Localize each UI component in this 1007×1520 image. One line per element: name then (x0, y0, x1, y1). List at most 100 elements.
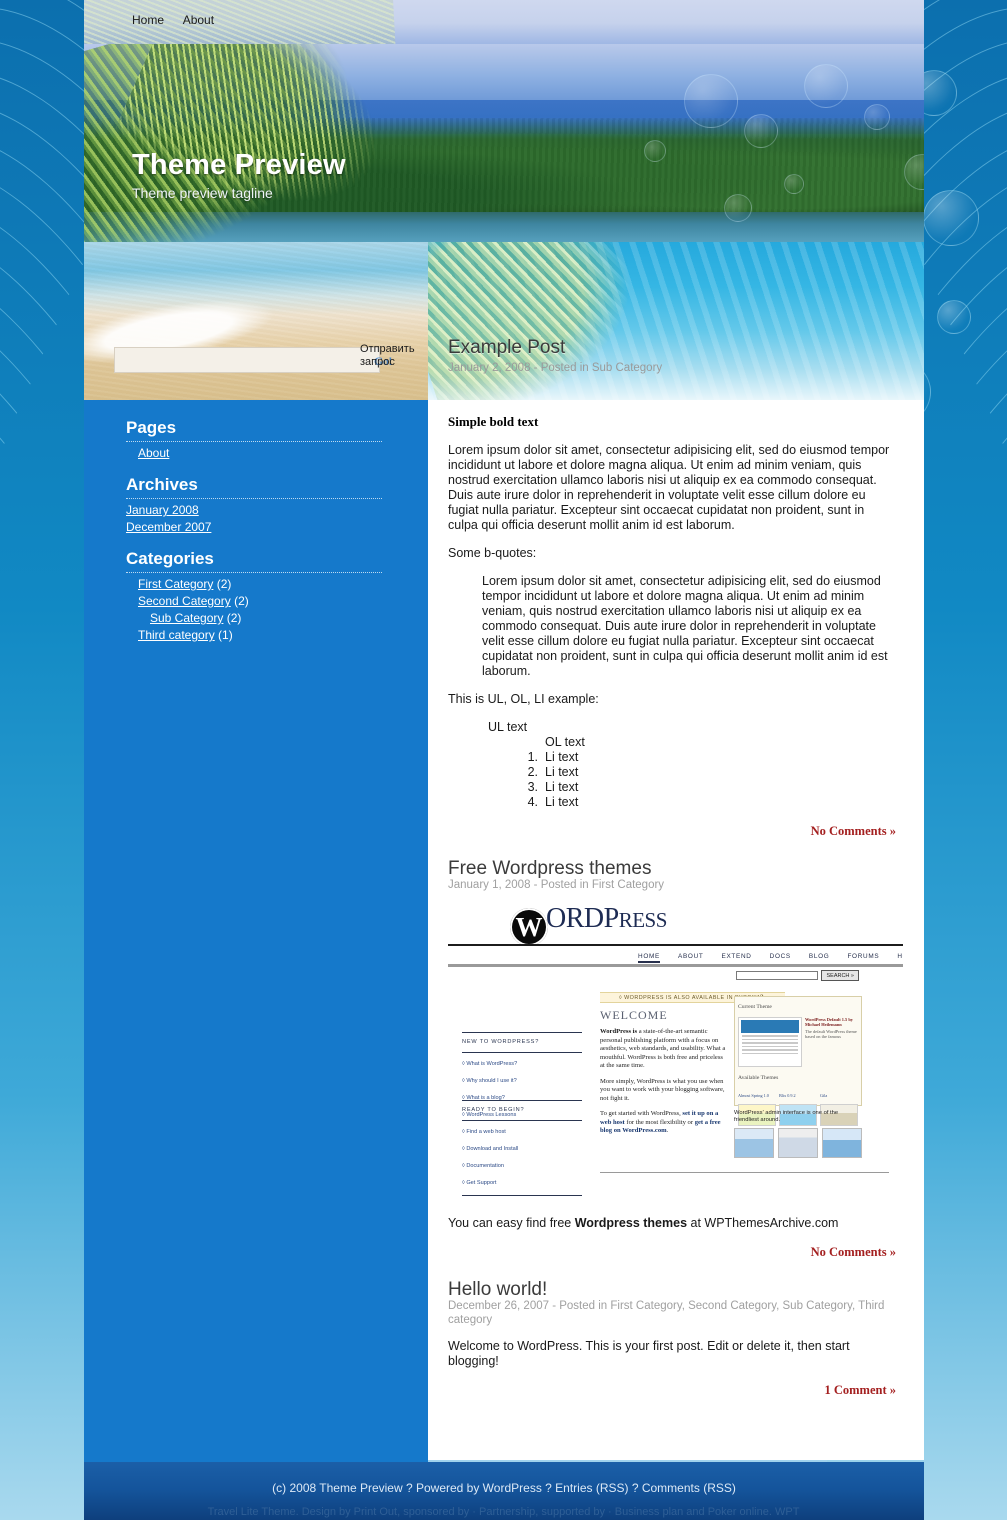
caption-bold: Wordpress themes (574, 1216, 688, 1230)
featured-post-title[interactable]: Example Post (448, 337, 662, 359)
sidebar-sublist-categories: Sub Category (2) (138, 611, 428, 626)
wp-nav-blog[interactable]: BLOG (809, 953, 830, 960)
wp-nav-home[interactable]: HOME (638, 953, 660, 963)
wp-theme-thumb-line (742, 1038, 798, 1040)
wp-left-item[interactable]: ◊ What is WordPress? (462, 1057, 582, 1072)
post-blockquote-intro: Some b-quotes: (448, 546, 537, 560)
search-and-subbanner-row: Go! Отправить запрос Example Post Januar… (84, 242, 924, 400)
search-input[interactable] (114, 347, 380, 373)
wp-nav-about[interactable]: ABOUT (678, 953, 704, 960)
wp-theme-thumb-line (742, 1035, 798, 1037)
wp-search-button[interactable]: SEARCH » (821, 970, 859, 981)
wp-p3-end: . (666, 1127, 669, 1134)
list-item: Second Category (2) Sub Category (2) (138, 594, 428, 626)
wp-p3-mid: for the most flexibility or (624, 1118, 695, 1126)
comments-link-wrapper: No Comments » (448, 824, 896, 839)
body-columns: Pages About Archives January 2008 Decemb… (84, 400, 924, 1482)
category-count-first: (2) (216, 577, 232, 591)
hero-banner: Theme Preview Theme preview tagline (84, 44, 924, 242)
wp-theme-description: WordPress Default 1.5 by Michael Heilema… (805, 1017, 858, 1067)
list-label: Li text (545, 795, 579, 809)
wp-paragraph-3: To get started with WordPress, set it up… (600, 1110, 726, 1136)
wp-main-text: WordPress is a state-of-the-art semantic… (600, 1028, 726, 1143)
post-blockquote: Lorem ipsum dolor sit amet, consectetur … (482, 574, 888, 678)
comments-link-hello-world[interactable]: 1 Comment » (824, 1383, 896, 1397)
post-caption: You can easy find free Wordpress themes … (448, 1216, 896, 1231)
wp-available-theme-name: Almost Spring 1.0 (738, 1093, 769, 1098)
wp-theme-thumb-line (742, 1049, 798, 1051)
caption-pre: You can easy find free (448, 1216, 575, 1230)
search-form: Go! Отправить запрос (114, 343, 415, 377)
nav-item-home[interactable]: Home (132, 13, 164, 27)
wp-search: SEARCH » (736, 970, 859, 981)
post-title[interactable]: Hello world! (448, 1280, 896, 1299)
wp-left2-divider (462, 1195, 582, 1196)
wp-nav-extend[interactable]: EXTEND (722, 953, 752, 960)
ordered-list-demo: OL text 1. Li text 2. Li text 3. Li text 4.… (488, 735, 896, 810)
sidebar-item-third-category[interactable]: Third category (138, 628, 215, 642)
sidebar-list-archives: January 2008 December 2007 (126, 503, 428, 535)
list-item: About (138, 446, 428, 461)
wordpress-screenshot-image: W ORDPRESS HOME ABOUT EXTEND DOCS BLOG FORUMS… (448, 904, 903, 1206)
sidebar-heading-categories: Categories (126, 549, 382, 573)
list-item: Sub Category (2) (150, 611, 428, 626)
wp-left2-item[interactable]: ◊ Get Support (462, 1176, 582, 1191)
list-number: 3. (527, 780, 538, 794)
page-container: Home About Theme Preview Theme preview t… (84, 0, 924, 1520)
sidebar-item-sub-category[interactable]: Sub Category (150, 611, 223, 625)
list-item: December 2007 (126, 520, 428, 535)
wp-panel-title: Current Theme (738, 1004, 772, 1010)
wp-left2-item[interactable]: ◊ Documentation (462, 1159, 582, 1174)
wp-sidebar-ready-to-begin: READY TO BEGIN? ◊ Find a web host ◊ Down… (462, 1100, 582, 1196)
sidebar-item-first-category[interactable]: First Category (138, 577, 213, 591)
wp-thumb (822, 1128, 862, 1158)
sidebar-item-january-2008[interactable]: January 2008 (126, 503, 199, 517)
wp-theme-thumb-line (742, 1042, 798, 1044)
wp-paragraph-1: WordPress is a state-of-the-art semantic… (600, 1028, 726, 1071)
wp-left2-item[interactable]: ◊ Find a web host (462, 1125, 582, 1140)
site-branding: Theme Preview Theme preview tagline (132, 149, 346, 201)
list-item: 2. Li text (516, 765, 896, 780)
wordpress-logo-icon: W (510, 908, 548, 946)
wp-search-input[interactable] (736, 971, 819, 980)
unordered-list-demo: UL text (448, 720, 896, 735)
wp-left2-heading: READY TO BEGIN? (462, 1100, 582, 1121)
wp-theme-main: WordPress Default 1.5 by Michael Heilema… (738, 1017, 858, 1067)
nav-item-about[interactable]: About (183, 13, 214, 27)
main-content: Simple bold text Lorem ipsum dolor sit a… (428, 400, 924, 1460)
wp-nav-docs[interactable]: DOCS (770, 953, 791, 960)
list-label: Li text (545, 750, 579, 764)
site-tagline: Theme preview tagline (132, 185, 273, 201)
caption-post: at WPThemesArchive.com (687, 1216, 839, 1230)
comments-link-example-post[interactable]: No Comments » (811, 824, 896, 838)
wp-nav-forums[interactable]: FORUMS (847, 953, 879, 960)
wp-nav-hosting[interactable]: HOSTING (897, 953, 903, 960)
featured-post-meta: January 2, 2008 - Posted in Sub Category (448, 362, 663, 374)
wp-left-item[interactable]: ◊ Why should I use it? (462, 1074, 582, 1089)
list-label: Li text (545, 765, 579, 779)
search-panel: Go! Отправить запрос (84, 242, 428, 400)
wp-available-theme-name: Blix 0.9.2 (779, 1093, 796, 1098)
wp-theme-thumb-header (741, 1020, 799, 1033)
list-item: UL text (488, 720, 528, 734)
post-meta: December 26, 2007 - Posted in First Cate… (448, 1300, 885, 1326)
wp-word-ress: RESS (618, 908, 668, 932)
sidebar-item-december-2007[interactable]: December 2007 (126, 520, 211, 534)
wp-theme-thumbnail (738, 1017, 802, 1067)
sidebar-list-pages: About (126, 446, 428, 461)
wp-left-heading: NEW TO WORDPRESS? (462, 1032, 582, 1053)
site-title[interactable]: Theme Preview (132, 149, 346, 182)
comments-link-free-wordpress-themes[interactable]: No Comments » (811, 1245, 896, 1259)
sidebar-item-second-category[interactable]: Second Category (138, 594, 231, 608)
wp-theme-desc-text: The default WordPress theme based on the… (805, 1029, 857, 1039)
search-submit-button[interactable]: Отправить запрос (360, 343, 428, 369)
wp-available-themes-title: Available Themes (738, 1075, 779, 1081)
wp-screenshot-thumbnails (734, 1128, 862, 1158)
comments-link-wrapper: 1 Comment » (448, 1383, 896, 1398)
list-number: 2. (527, 765, 538, 779)
post-title[interactable]: Free Wordpress themes (448, 859, 896, 878)
wp-available-theme-name: Gila (820, 1093, 828, 1098)
wp-left2-item[interactable]: ◊ Download and Install (462, 1142, 582, 1157)
sidebar-item-about[interactable]: About (138, 446, 169, 460)
wp-nav: HOMEABOUTEXTENDDOCSBLOGFORUMSHOSTINGDOWN… (638, 949, 903, 964)
